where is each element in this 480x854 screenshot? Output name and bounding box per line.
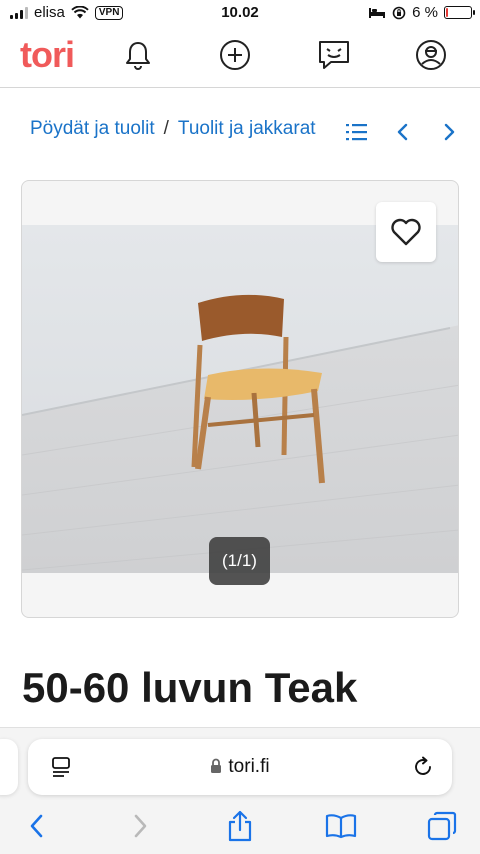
plus-circle-icon[interactable] [218, 38, 252, 72]
heart-icon [391, 218, 421, 246]
list-icon[interactable] [343, 118, 371, 146]
share-icon[interactable] [222, 808, 258, 844]
url-display[interactable]: tori.fi [28, 756, 452, 778]
chevron-right-icon[interactable] [435, 118, 463, 146]
image-gallery[interactable]: (1/1) [21, 180, 459, 618]
battery-icon [444, 6, 475, 19]
lock-icon [211, 758, 222, 773]
chevron-left-icon[interactable] [389, 118, 417, 146]
back-icon[interactable] [19, 808, 55, 844]
battery-percent: 6 % [412, 4, 438, 21]
url-text: tori.fi [228, 756, 270, 777]
tori-logo[interactable]: tori [20, 34, 75, 76]
profile-icon[interactable] [414, 38, 448, 72]
orientation-lock-icon [392, 6, 406, 19]
status-right: 6 % [368, 4, 475, 21]
breadcrumb: Pöydät ja tuolit / Tuolit ja jakkarat [30, 118, 330, 148]
favorite-button[interactable] [376, 202, 436, 262]
bookmarks-icon[interactable] [323, 808, 359, 844]
bell-icon[interactable] [121, 38, 155, 72]
previous-tab-preview[interactable] [0, 739, 18, 795]
status-bar: elisa VPN 10.02 6 % [0, 0, 480, 28]
reload-icon[interactable] [408, 752, 438, 782]
tabs-icon[interactable] [424, 808, 460, 844]
chat-icon[interactable] [317, 38, 351, 72]
listing-title: 50-60 luvun Teak [22, 664, 358, 711]
breadcrumb-separator: / [163, 118, 169, 139]
address-bar[interactable]: tori.fi [28, 739, 452, 795]
breadcrumb-item-chairs-stools[interactable]: Tuolit ja jakkarat [178, 118, 316, 139]
app-header: tori [0, 28, 480, 88]
bed-icon [369, 7, 386, 18]
breadcrumb-item-tables-chairs[interactable]: Pöydät ja tuolit [30, 118, 155, 139]
image-counter: (1/1) [209, 537, 270, 585]
browser-toolbar: tori.fi [0, 727, 480, 854]
listing-photo[interactable] [22, 225, 458, 573]
forward-icon[interactable] [122, 808, 158, 844]
